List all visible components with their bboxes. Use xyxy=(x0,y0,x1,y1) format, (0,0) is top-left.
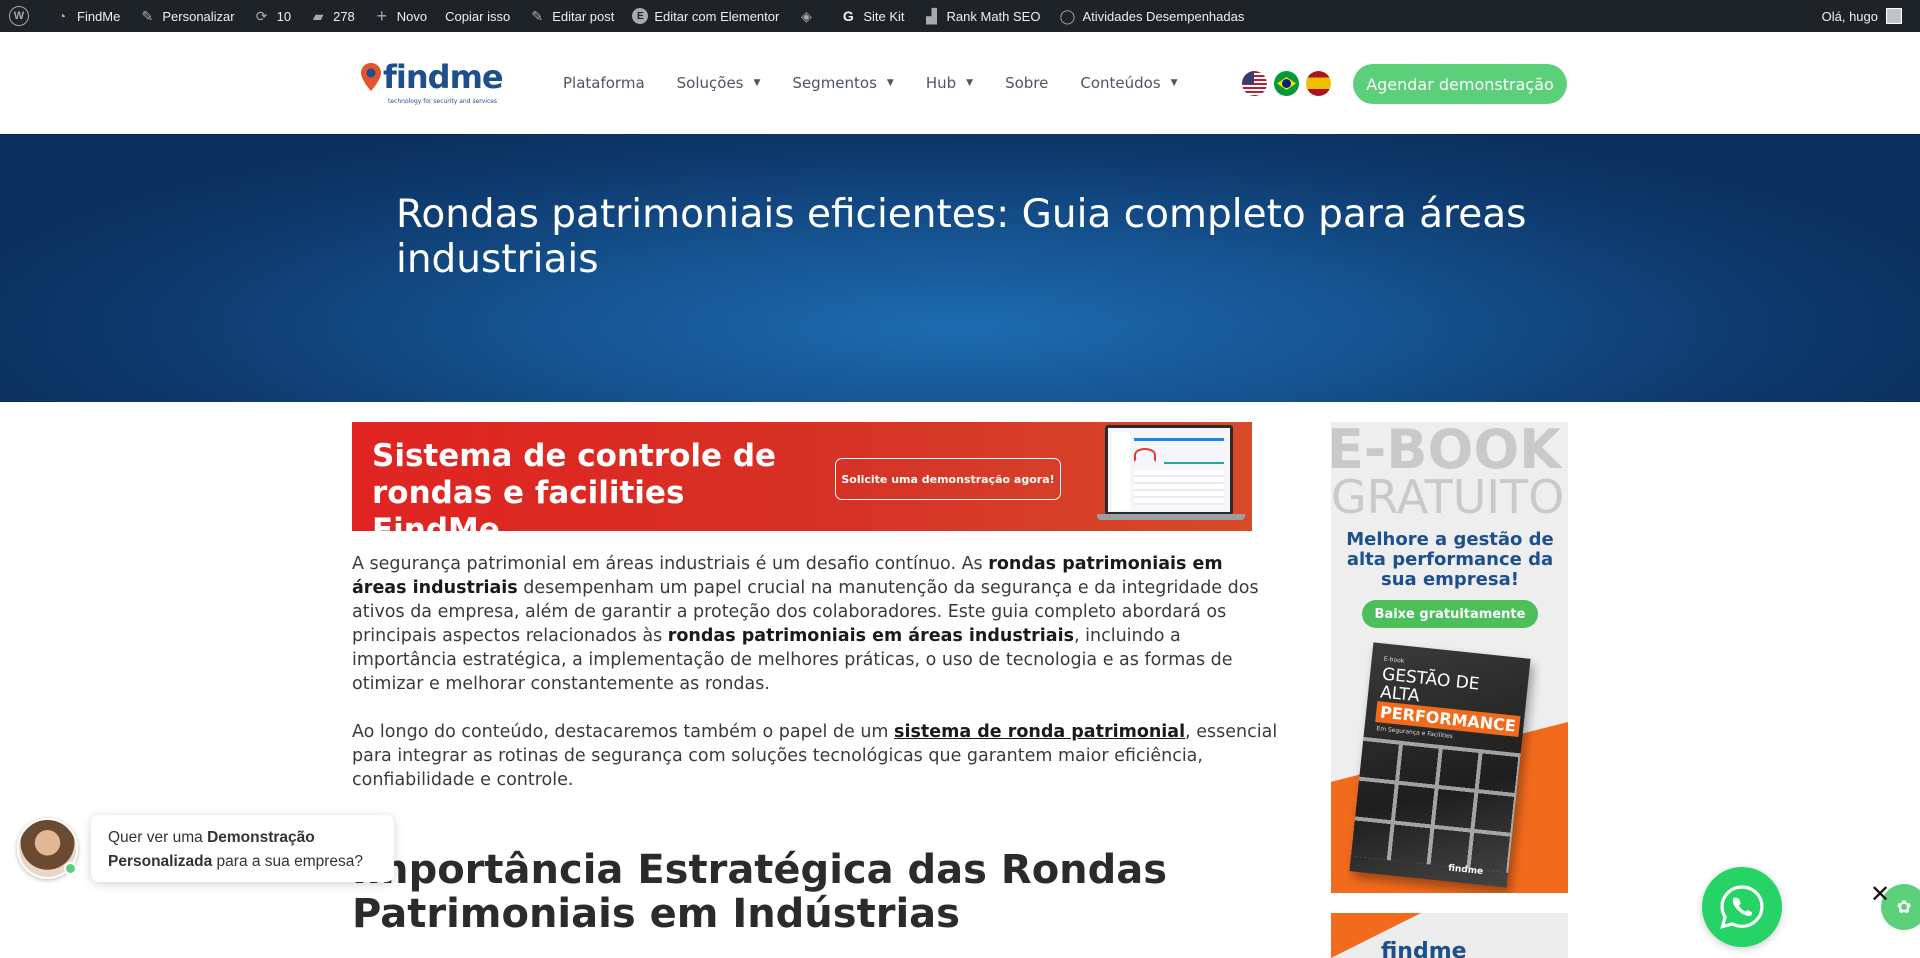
wordpress-logo-icon[interactable]: W xyxy=(0,0,44,32)
nav-item-label: Hub xyxy=(925,74,957,92)
comment-icon: ▰ xyxy=(312,7,324,24)
nav-item-5[interactable]: Conteúdos ▼ xyxy=(1080,74,1177,92)
updates-icon: ⟳ xyxy=(255,7,268,24)
admin-copy[interactable]: Copiar isso xyxy=(436,0,519,32)
diamond-icon: ◈ xyxy=(800,7,812,24)
schedule-demo-button[interactable]: Agendar demonstração xyxy=(1353,64,1567,104)
elementor-icon: E xyxy=(632,8,649,24)
article-paragraph-2: Ao longo do conteúdo, destacaremos també… xyxy=(352,722,1278,790)
article-paragraph-1: A segurança patrimonial em áreas industr… xyxy=(352,552,1282,696)
brush-icon: ✎ xyxy=(141,7,154,24)
speech-bubble-icon: ◯ xyxy=(1059,7,1076,24)
close-icon[interactable]: ✕ xyxy=(1868,882,1892,907)
logo-text: findme xyxy=(383,58,504,96)
admin-bar: W ◔ FindMe ✎ Personalizar ⟳ 10 ▰ 278 + Novo C… xyxy=(0,0,1920,32)
article-text: A segurança patrimonial em áreas industr… xyxy=(352,554,989,574)
nav-item-3[interactable]: Hub ▼ xyxy=(926,74,973,92)
admin-diamond[interactable]: ◈ xyxy=(788,0,830,32)
privacy-shield-icon: ✿ xyxy=(1896,896,1912,918)
nav-item-label: Plataforma xyxy=(563,74,645,92)
admin-site-kit[interactable]: G Site Kit xyxy=(830,0,913,32)
ebook-cover-image: E-book GESTÃO DE ALTA PERFORMANCE Em Seg… xyxy=(1349,642,1531,888)
admin-new[interactable]: + Novo xyxy=(364,0,436,32)
findme-logo-small: findme xyxy=(1381,939,1467,958)
admin-site-name[interactable]: ◔ FindMe xyxy=(44,0,129,32)
admin-comments[interactable]: ▰ 278 xyxy=(300,0,364,32)
plus-icon: + xyxy=(376,5,388,26)
rank-math-icon: ▟ xyxy=(926,7,937,24)
nav-item-2[interactable]: Segmentos ▼ xyxy=(792,74,893,92)
language-switcher xyxy=(1242,71,1338,96)
nav-item-label: Conteúdos xyxy=(1080,74,1161,92)
download-ebook-button[interactable]: Baixe gratuitamente xyxy=(1362,600,1538,628)
admin-edit-post[interactable]: ✎ Editar post xyxy=(519,0,623,32)
dashboard-icon: ◔ xyxy=(57,8,67,24)
flag-es-icon[interactable] xyxy=(1306,71,1331,96)
caret-down-icon: ▼ xyxy=(886,78,894,88)
site-header: findme technology for security and servi… xyxy=(0,32,1920,134)
article-bold-text: rondas patrimoniais em áreas industriais xyxy=(667,626,1074,646)
article-body: A segurança patrimonial em áreas industr… xyxy=(352,552,1282,936)
nav-item-label: Segmentos xyxy=(792,74,877,92)
flag-br-icon[interactable] xyxy=(1274,71,1299,96)
ebook-big-text-2: GRATUITO xyxy=(1331,470,1565,524)
pencil-icon: ✎ xyxy=(531,7,544,24)
ronda-system-link[interactable]: sistema de ronda patrimonial xyxy=(894,722,1185,742)
page-title: Rondas patrimoniais eficientes: Guia com… xyxy=(396,192,1527,282)
map-pin-icon xyxy=(361,63,381,91)
admin-account[interactable]: Olá, hugo xyxy=(1813,0,1878,32)
admin-rank-math[interactable]: ▟ Rank Math SEO xyxy=(914,0,1050,32)
laptop-dashboard-image xyxy=(1097,425,1245,525)
ebook-ad[interactable]: E-BOOK GRATUITO Melhore a gestão de alta… xyxy=(1331,422,1568,893)
caret-down-icon: ▼ xyxy=(1170,78,1178,88)
ebook-headline: Melhore a gestão de alta performance da … xyxy=(1346,529,1554,590)
admin-activities[interactable]: ◯ Atividades Desempenhadas xyxy=(1049,0,1253,32)
request-demo-button[interactable]: Solicite uma demonstração agora! xyxy=(835,458,1061,500)
caret-down-icon: ▼ xyxy=(753,78,761,88)
nav-item-0[interactable]: Plataforma xyxy=(563,74,645,92)
sidebar-ad-2[interactable]: findme xyxy=(1331,913,1568,958)
whatsapp-button[interactable] xyxy=(1702,867,1782,947)
nav-item-label: Soluções xyxy=(676,74,744,92)
nav-item-1[interactable]: Soluções ▼ xyxy=(677,74,761,92)
findme-logo[interactable]: findme technology for security and servi… xyxy=(360,58,504,105)
whatsapp-icon xyxy=(1720,885,1764,929)
nav-item-label: Sobre xyxy=(1005,74,1049,92)
banner-title: Sistema de controle de rondas e faciliti… xyxy=(372,438,777,531)
caret-down-icon: ▼ xyxy=(966,78,974,88)
section-heading: Importância Estratégica das Rondas Patri… xyxy=(352,847,1168,937)
main-nav: Plataforma Soluções ▼ Segmentos ▼ Hub ▼ Sobre Co… xyxy=(563,32,1210,134)
online-status-dot xyxy=(64,862,77,875)
nav-item-4[interactable]: Sobre xyxy=(1005,74,1048,92)
hero-section: Rondas patrimoniais eficientes: Guia com… xyxy=(0,134,1920,402)
promo-banner[interactable]: Sistema de controle de rondas e faciliti… xyxy=(352,422,1252,531)
flag-us-icon[interactable] xyxy=(1242,71,1267,96)
admin-updates[interactable]: ⟳ 10 xyxy=(244,0,300,32)
admin-customize[interactable]: ✎ Personalizar xyxy=(129,0,243,32)
google-icon: G xyxy=(842,8,854,24)
avatar[interactable] xyxy=(1886,8,1902,24)
chat-prompt-bubble[interactable]: Quer ver uma Demonstração Personalizada … xyxy=(91,815,394,882)
admin-edit-elementor[interactable]: E Editar com Elementor xyxy=(623,0,788,32)
logo-tagline: technology for security and services xyxy=(388,98,498,105)
